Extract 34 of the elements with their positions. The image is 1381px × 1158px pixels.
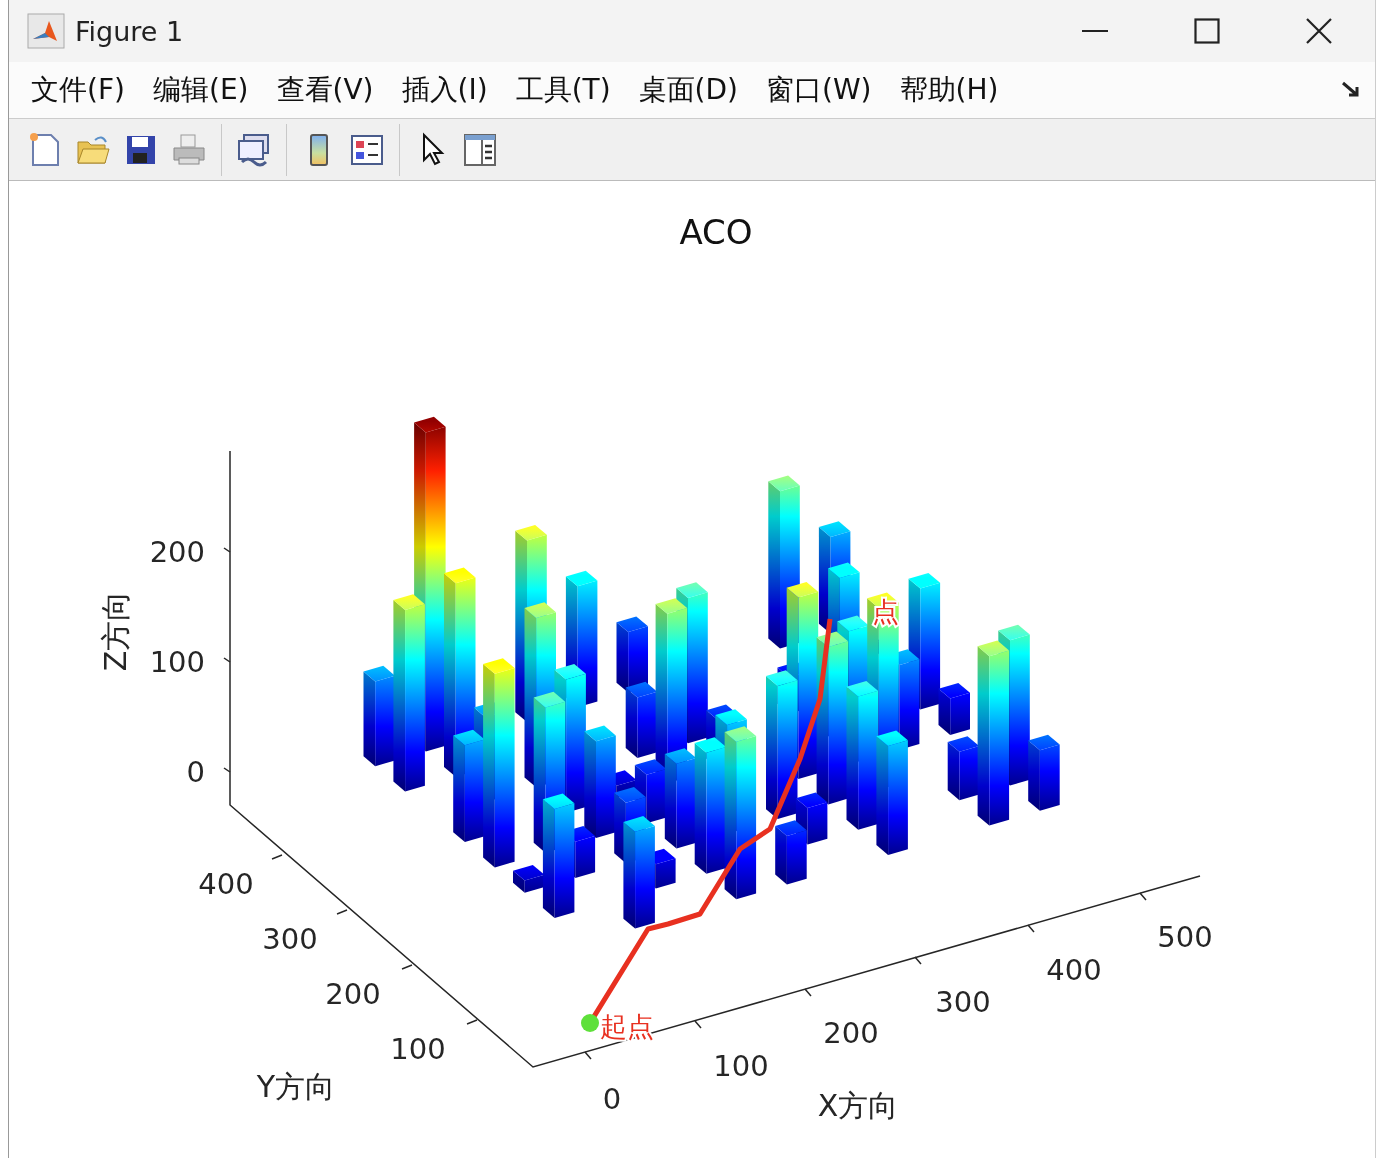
minimize-icon[interactable] bbox=[1082, 29, 1108, 33]
z-tick-label: 200 bbox=[149, 535, 205, 569]
z-axis-label: Z方向 bbox=[98, 590, 133, 672]
point-label: 点 bbox=[872, 596, 899, 627]
plot-title: ACO bbox=[679, 212, 753, 252]
menu-item[interactable]: 查看(V) bbox=[268, 67, 382, 113]
menu-item[interactable]: 文件(F) bbox=[23, 67, 133, 113]
y-tick-label: 300 bbox=[262, 922, 318, 956]
y-tick-label: 200 bbox=[325, 977, 381, 1011]
window-title: Figure 1 bbox=[75, 15, 184, 47]
y-tick-label: 400 bbox=[198, 867, 254, 901]
menu-item[interactable]: 工具(T) bbox=[507, 67, 619, 113]
point-label: 起点 bbox=[600, 1011, 654, 1042]
y-tick-label: 100 bbox=[390, 1032, 446, 1066]
y-axis-label: Y方向 bbox=[256, 1069, 336, 1104]
x-axis-label: X方向 bbox=[817, 1088, 899, 1123]
menu-item[interactable]: 窗口(W) bbox=[758, 67, 880, 113]
menu-item[interactable]: 帮助(H) bbox=[891, 67, 1007, 113]
z-tick-label: 0 bbox=[186, 755, 205, 789]
menu-item[interactable]: 编辑(E) bbox=[144, 67, 257, 113]
x-tick-label: 100 bbox=[713, 1049, 769, 1083]
app-logo-icon bbox=[27, 13, 65, 49]
start-point-marker bbox=[581, 1014, 599, 1032]
maximize-icon[interactable] bbox=[1194, 18, 1220, 44]
menu-item[interactable]: 插入(I) bbox=[393, 67, 496, 113]
menu-item[interactable]: 桌面(D) bbox=[630, 67, 746, 113]
x-tick-label: 300 bbox=[935, 985, 991, 1019]
x-tick-label: 400 bbox=[1046, 953, 1102, 987]
x-tick-label: 0 bbox=[602, 1082, 622, 1116]
x-tick-label: 200 bbox=[823, 1016, 879, 1050]
z-tick-label: 100 bbox=[149, 645, 205, 679]
x-tick-label: 500 bbox=[1157, 920, 1213, 954]
close-icon[interactable] bbox=[1306, 18, 1332, 44]
dock-arrow-icon[interactable] bbox=[1341, 81, 1361, 99]
